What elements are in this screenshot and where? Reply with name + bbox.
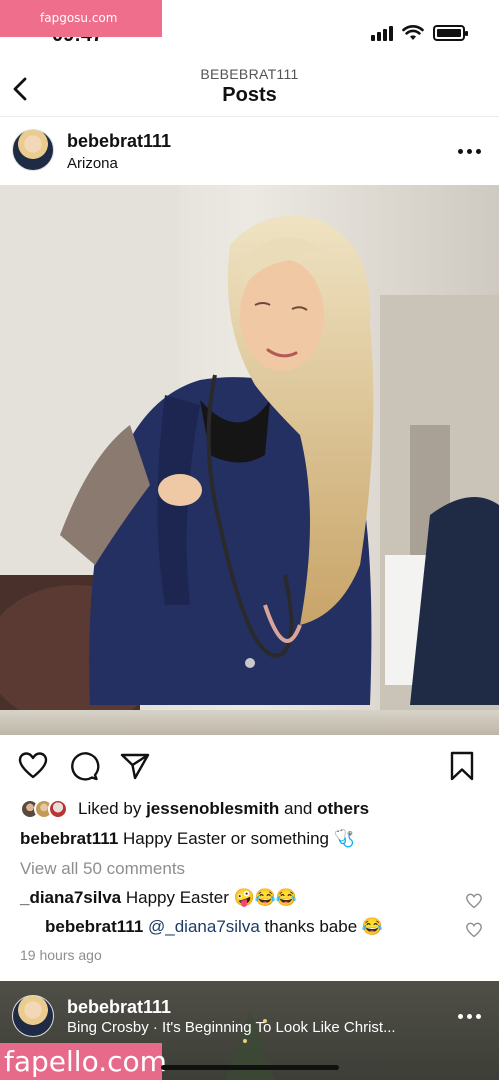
more-icon[interactable] bbox=[458, 149, 481, 154]
watermark-bottom: fapello.com bbox=[0, 1043, 167, 1080]
comment-icon[interactable] bbox=[68, 750, 100, 782]
post-username[interactable]: bebebrat111 bbox=[67, 131, 171, 152]
heart-icon[interactable] bbox=[17, 750, 49, 782]
caption-text: Happy Easter or something 🩺 bbox=[123, 829, 355, 848]
action-bar bbox=[0, 745, 499, 785]
comment-reply-row: bebebrat111 @_diana7silva thanks babe 😂 bbox=[45, 917, 383, 937]
likes-row[interactable]: Liked by jessenoblesmith and others bbox=[20, 797, 369, 821]
nav-header: BEBEBRAT111 Posts bbox=[0, 62, 499, 117]
account-name: BEBEBRAT111 bbox=[200, 66, 299, 82]
next-post-music[interactable]: Bing Crosby · It's Beginning To Look Lik… bbox=[67, 1019, 437, 1036]
likes-others[interactable]: others bbox=[317, 799, 369, 818]
liker-avatar bbox=[48, 799, 68, 819]
reply-text: thanks babe 😂 bbox=[264, 917, 384, 936]
caption-username[interactable]: bebebrat111 bbox=[20, 829, 118, 848]
likes-user[interactable]: jessenoblesmith bbox=[146, 799, 279, 818]
likes-prefix: Liked by bbox=[78, 799, 142, 818]
post-timestamp: 19 hours ago bbox=[20, 947, 102, 963]
next-post-avatar[interactable] bbox=[12, 995, 54, 1037]
signal-icon bbox=[371, 25, 393, 41]
wifi-icon bbox=[402, 25, 424, 40]
reply-username[interactable]: bebebrat111 bbox=[45, 917, 143, 936]
reply-like-heart-icon[interactable] bbox=[465, 921, 483, 939]
battery-icon bbox=[433, 24, 468, 41]
post-header: bebebrat111 Arizona bbox=[0, 117, 499, 185]
bookmark-icon[interactable] bbox=[446, 750, 478, 782]
share-icon[interactable] bbox=[119, 750, 151, 782]
avatar[interactable] bbox=[12, 129, 54, 171]
caption: bebebrat111 Happy Easter or something 🩺 bbox=[20, 829, 355, 849]
comment-username[interactable]: _diana7silva bbox=[20, 888, 121, 907]
photo-image bbox=[0, 185, 499, 735]
comment-like-heart-icon[interactable] bbox=[465, 892, 483, 910]
next-post-more-icon[interactable] bbox=[458, 1014, 481, 1019]
comment-text: Happy Easter 🤪😂😂 bbox=[125, 888, 298, 907]
watermark-top: fapgosu.com bbox=[0, 0, 162, 37]
post-location[interactable]: Arizona bbox=[67, 155, 118, 172]
comment-row: _diana7silva Happy Easter 🤪😂😂 bbox=[20, 888, 297, 908]
home-indicator[interactable] bbox=[161, 1065, 339, 1070]
reply-mention[interactable]: @_diana7silva bbox=[148, 917, 260, 936]
view-all-comments-link[interactable]: View all 50 comments bbox=[20, 859, 185, 879]
page-title: Posts bbox=[222, 84, 277, 106]
next-post-username[interactable]: bebebrat111 bbox=[67, 997, 171, 1018]
likes-joiner: and bbox=[284, 799, 313, 818]
post-photo[interactable] bbox=[0, 185, 499, 735]
